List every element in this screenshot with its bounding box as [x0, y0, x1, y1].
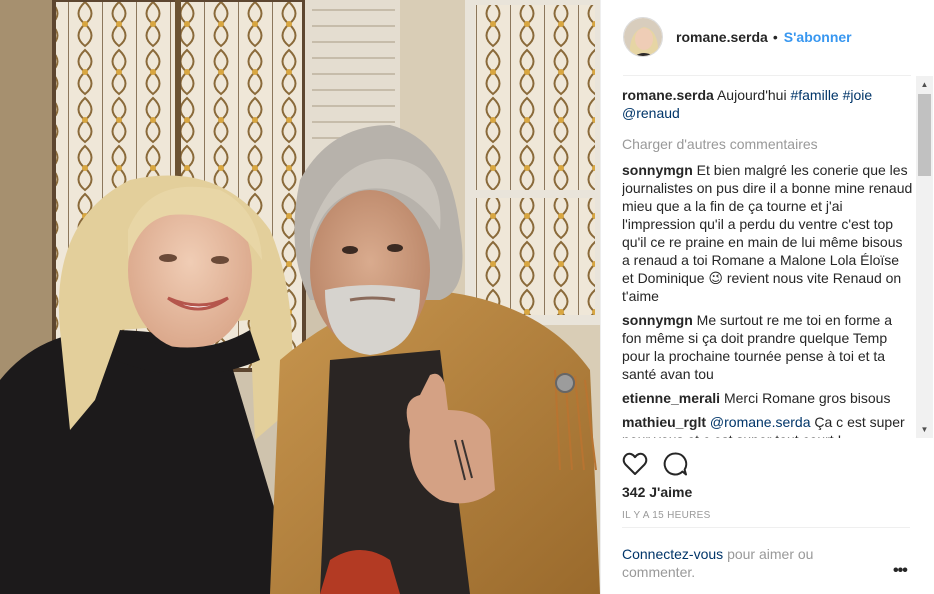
comment-mention[interactable]: @romane.serda — [710, 414, 811, 430]
scroll-down-arrow-icon[interactable]: ▼ — [916, 421, 933, 438]
comment-username[interactable]: sonnymgn — [622, 162, 693, 178]
post-header: romane.serda • S'abonner — [623, 14, 913, 60]
instagram-post: romane.serda • S'abonner romane.serda Au… — [0, 0, 934, 594]
caption-text: Aujourd'hui — [716, 87, 787, 103]
post-actions — [622, 450, 702, 478]
comment-item: sonnymgn Me surtout re me toi en forme a… — [622, 311, 914, 383]
comment-item: sonnymgn Et bien malgré les conerie que … — [622, 161, 914, 305]
comment-item: mathieu_rglt @romane.serda Ça c est supe… — [622, 413, 914, 438]
comment-text: Et bien malgré les conerie que les journ… — [622, 162, 913, 304]
login-link[interactable]: Connectez-vous — [622, 546, 723, 562]
comment-username[interactable]: etienne_merali — [622, 390, 720, 406]
comment-username[interactable]: mathieu_rglt — [622, 414, 706, 430]
comments-scrollbar[interactable]: ▲ ▼ — [916, 76, 933, 438]
avatar-image — [624, 18, 662, 56]
scrollbar-thumb[interactable] — [918, 94, 931, 176]
more-options-button[interactable]: ••• — [893, 562, 908, 580]
follow-button[interactable]: S'abonner — [784, 29, 852, 45]
post-photo[interactable] — [0, 0, 600, 594]
header-separator: • — [772, 29, 778, 45]
load-more-comments-button[interactable]: Charger d'autres commentaires — [622, 136, 914, 152]
heart-icon[interactable] — [622, 451, 648, 477]
login-prompt: Connectez-vous pour aimer ou commenter. — [622, 545, 842, 581]
comment-icon[interactable] — [662, 451, 688, 477]
likes-count[interactable]: 342 J'aime — [622, 484, 692, 500]
caption: romane.serda Aujourd'hui #famille #joie … — [622, 86, 914, 122]
scroll-up-arrow-icon[interactable]: ▲ — [916, 76, 933, 93]
footer-divider — [622, 527, 910, 528]
comment-username[interactable]: sonnymgn — [622, 312, 693, 328]
post-timestamp: IL Y A 15 HEURES — [622, 510, 711, 521]
comments-list[interactable]: romane.serda Aujourd'hui #famille #joie … — [622, 86, 914, 438]
comment-text: Merci Romane gros bisous — [723, 390, 891, 406]
avatar[interactable] — [623, 17, 663, 57]
comment-item: etienne_merali Merci Romane gros bisous — [622, 389, 914, 407]
header-username[interactable]: romane.serda — [676, 29, 768, 45]
hashtag-joie[interactable]: #joie — [843, 87, 873, 103]
mention-renaud[interactable]: @renaud — [622, 105, 680, 121]
header-divider — [623, 75, 911, 76]
photo-illustration — [0, 0, 600, 594]
hashtag-famille[interactable]: #famille — [790, 87, 838, 103]
caption-username[interactable]: romane.serda — [622, 87, 714, 103]
